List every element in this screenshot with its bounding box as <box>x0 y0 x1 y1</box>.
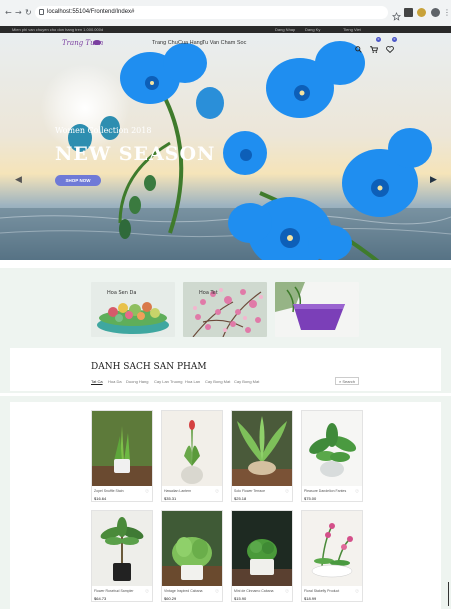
purple-pot-image <box>275 282 359 337</box>
profile-icon[interactable] <box>431 8 440 17</box>
category-card-succulents[interactable]: Hoa Sen Da <box>91 282 175 337</box>
product-card[interactable]: Flower Rosebud Sampler $64.73 ♡ <box>91 510 153 602</box>
product-name: Floral Stakefly Product <box>304 589 340 593</box>
register-link[interactable]: Dang Ky <box>305 26 320 33</box>
product-card[interactable]: Zopel Snuffle Stain $16.64 ♡ <box>91 410 153 502</box>
product-card[interactable]: Floral Stakefly Product $18.99 ♡ <box>301 510 363 602</box>
category-card-pots[interactable] <box>275 282 359 337</box>
product-image <box>162 511 222 586</box>
wishlist-count-badge: 0 <box>392 37 397 42</box>
heart-icon[interactable]: ♡ <box>145 589 149 595</box>
star-icon[interactable] <box>392 8 401 21</box>
language-link[interactable]: Tieng Viet <box>343 26 361 33</box>
menu-care-advice[interactable]: Tu Van Cham Soc <box>202 40 246 46</box>
search-button[interactable]: ⌕ Search <box>335 377 359 385</box>
cart-icon[interactable] <box>370 40 379 58</box>
product-price: $64.73 <box>94 596 107 601</box>
product-list-header <box>10 348 441 391</box>
filter-orchids[interactable]: Hoa Lan <box>185 379 200 384</box>
extension-icon[interactable] <box>417 8 426 17</box>
heart-icon[interactable]: ♡ <box>285 589 289 595</box>
product-card[interactable]: Solo Flower Terrace $25.18 ♡ <box>231 410 293 502</box>
product-name: Hawaiian Lantern <box>164 489 192 493</box>
scrollbar[interactable] <box>448 582 449 606</box>
product-card[interactable]: Vintage Inspired Cabana $60.29 ♡ <box>161 510 223 602</box>
url-text: localhost:55104/Frontend/Index# <box>47 9 135 15</box>
product-price: $75.00 <box>304 496 317 501</box>
heart-icon[interactable]: ♡ <box>355 589 359 595</box>
next-slide-icon[interactable]: ▶ <box>430 174 437 185</box>
forward-arrow-icon[interactable]: → <box>15 8 22 18</box>
category-label: Hoa Sen Da <box>107 290 137 296</box>
product-image <box>232 411 292 486</box>
product-price: $15.90 <box>234 596 247 601</box>
category-card-tet-flowers[interactable]: Hoa Tet <box>183 282 267 337</box>
product-card[interactable]: Mini de Cinnamo Cabana $15.90 ♡ <box>231 510 293 602</box>
peach-blossom-image <box>183 282 267 337</box>
search-icon[interactable] <box>355 40 362 58</box>
product-grid <box>10 402 441 609</box>
hero-title: NEW SEASON <box>55 143 216 165</box>
product-name: Flower Rosebud Sampler <box>94 589 134 593</box>
heart-icon[interactable]: ♡ <box>285 489 289 495</box>
product-name: Zopel Snuffle Stain <box>94 489 124 493</box>
prev-slide-icon[interactable]: ◀ <box>15 174 22 185</box>
search-label: Search <box>342 379 356 384</box>
product-price: $16.64 <box>94 496 107 501</box>
heart-icon[interactable] <box>386 40 394 58</box>
back-arrow-icon[interactable]: ← <box>5 8 12 18</box>
promo-topbar: Mien phi van chuyen cho don hang tren 1.… <box>0 26 451 33</box>
product-image <box>92 411 152 486</box>
product-image <box>302 511 362 586</box>
filter-duong-hang[interactable]: Duong Hang <box>126 379 148 384</box>
product-card[interactable]: Pleasure Dandelion Fantes $75.00 ♡ <box>301 410 363 502</box>
heart-icon[interactable]: ♡ <box>145 489 149 495</box>
product-image <box>302 411 362 486</box>
menu-home[interactable]: Trang Chu <box>152 40 178 46</box>
promo-text: Mien phi van chuyen cho don hang tren 1.… <box>12 27 104 32</box>
product-image <box>92 511 152 586</box>
heart-icon[interactable]: ♡ <box>215 489 219 495</box>
filter-lan-truong[interactable]: Cay Lan Truong <box>154 379 182 384</box>
filter-all[interactable]: Tat Ca <box>91 379 103 384</box>
shop-now-button[interactable]: SHOP NOW <box>55 175 101 186</box>
product-name: Pleasure Dandelion Fantes <box>304 489 347 493</box>
product-name: Vintage Inspired Cabana <box>164 589 203 593</box>
product-price: $25.18 <box>234 496 247 501</box>
product-price: $60.29 <box>164 596 177 601</box>
hero-subtitle: Women Collection 2018 <box>55 126 152 135</box>
reload-icon[interactable]: ↻ <box>25 8 32 18</box>
product-price: $35.31 <box>164 496 177 501</box>
product-price: $18.99 <box>304 596 317 601</box>
product-card[interactable]: Hawaiian Lantern $35.31 ♡ <box>161 410 223 502</box>
logo-flower-icon <box>93 40 101 45</box>
more-menu-icon[interactable]: ⋮ <box>443 8 451 18</box>
extension-icon[interactable] <box>404 8 413 17</box>
product-list-title: DANH SACH SAN PHAM <box>91 362 207 372</box>
product-image <box>232 511 292 586</box>
heart-icon[interactable]: ♡ <box>215 589 219 595</box>
search-icon: ⌕ <box>338 379 342 384</box>
product-name: Mini de Cinnamo Cabana <box>234 589 274 593</box>
address-bar[interactable]: localhost:55104/Frontend/Index# <box>35 6 388 19</box>
filter-shade-plants-2[interactable]: Cay Bong Mat <box>234 379 259 384</box>
heart-icon[interactable]: ♡ <box>355 489 359 495</box>
menu-shop[interactable]: Cua Hang <box>178 40 203 46</box>
info-icon <box>39 9 44 15</box>
filter-stone-flowers[interactable]: Hoa Da <box>108 379 122 384</box>
browser-toolbar: ← → ↻ localhost:55104/Frontend/Index# ⋮ <box>0 0 451 27</box>
product-name: Solo Flower Terrace <box>234 489 266 493</box>
filter-shade-plants[interactable]: Cay Bong Mat <box>205 379 230 384</box>
product-image <box>162 411 222 486</box>
login-link[interactable]: Dang Nhap <box>275 26 295 33</box>
cart-count-badge: 0 <box>376 37 381 42</box>
category-label: Hoa Tet <box>199 290 218 296</box>
